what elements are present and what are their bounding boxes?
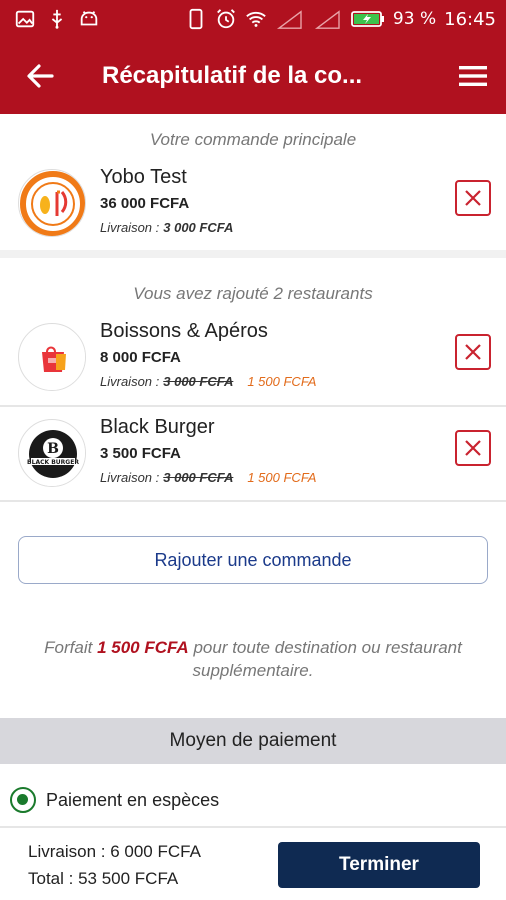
order-price: 36 000 FCFA — [100, 195, 190, 212]
phone-icon — [189, 8, 203, 30]
status-right-icons: 93 % 16:45 — [185, 8, 496, 30]
delivery-total: Livraison : 6 000 FCFA — [28, 842, 201, 861]
finish-button[interactable]: Terminer — [278, 842, 480, 888]
hamburger-menu-icon[interactable] — [458, 62, 488, 90]
page-title: Récapitulatif de la co... — [102, 62, 363, 89]
remove-order-button[interactable] — [455, 334, 491, 370]
radio-button-selected[interactable] — [10, 787, 36, 813]
delivery-label: Livraison : — [100, 470, 160, 485]
delivery-fee: Livraison :3 000 FCFA 1 500 FCFA — [100, 470, 316, 485]
delivery-fee: Livraison :3 000 FCFA — [100, 220, 233, 235]
section-divider — [0, 250, 506, 258]
restaurant-logo — [18, 323, 86, 391]
battery-percent: 93 % — [392, 9, 437, 29]
restaurant-name: Yobo Test — [100, 166, 187, 188]
usb-icon — [51, 9, 63, 29]
status-left-icons — [14, 8, 100, 30]
alarm-icon — [217, 9, 235, 29]
shopping-bag-logo-icon — [20, 325, 85, 390]
close-icon — [465, 344, 481, 360]
delivery-label: Livraison : — [100, 374, 160, 389]
row-divider — [0, 500, 506, 502]
new-delivery-amount: 1 500 FCFA — [247, 470, 317, 485]
note-amount: 1 500 FCFA — [97, 638, 189, 657]
delivery-amount: 3 000 FCFA — [163, 220, 234, 235]
restaurant-name: Black Burger — [100, 416, 215, 438]
main-order-section-title: Votre commande principale — [149, 130, 357, 149]
surcharge-note: Forfait 1 500 FCFA pour toute destinatio… — [10, 636, 496, 682]
clock: 16:45 — [444, 8, 496, 30]
new-delivery-amount: 1 500 FCFA — [247, 374, 317, 389]
delivery-fee: Livraison :3 000 FCFA 1 500 FCFA — [100, 374, 316, 389]
restaurant-logo: B BLACK BURGER — [18, 419, 86, 487]
delivery-label: Livraison : — [100, 220, 160, 235]
svg-text:BLACK BURGER: BLACK BURGER — [27, 459, 79, 466]
restaurant-logo — [18, 169, 86, 237]
row-divider — [0, 405, 506, 407]
black-burger-logo-icon: B BLACK BURGER — [20, 421, 85, 486]
order-price: 3 500 FCFA — [100, 445, 181, 462]
added-order-row: Boissons & Apéros 8 000 FCFA Livraison :… — [0, 312, 506, 404]
note-prefix: Forfait — [44, 638, 93, 657]
restaurant-name: Boissons & Apéros — [100, 320, 268, 342]
battery-icon — [351, 11, 384, 27]
added-order-row: B BLACK BURGER Black Burger 3 500 FCFA L… — [0, 408, 506, 500]
close-icon — [465, 190, 481, 206]
app-bar: Récapitulatif de la co... — [0, 38, 506, 114]
image-icon — [15, 10, 35, 28]
order-price: 8 000 FCFA — [100, 349, 181, 366]
footer: Livraison : 6 000 FCFA Total : 53 500 FC… — [0, 830, 506, 900]
old-delivery-amount: 3 000 FCFA — [163, 470, 234, 485]
wifi-icon — [246, 11, 266, 27]
signal-icon — [276, 10, 302, 29]
old-delivery-amount: 3 000 FCFA — [163, 374, 234, 389]
status-bar: 93 % 16:45 — [0, 0, 506, 38]
remove-order-button[interactable] — [455, 430, 491, 466]
add-order-button[interactable]: Rajouter une commande — [18, 536, 488, 584]
grand-total: Total : 53 500 FCFA — [28, 869, 179, 888]
yobo-logo-icon — [20, 171, 85, 236]
arrow-left-icon[interactable] — [24, 60, 56, 92]
main-order-row: Yobo Test 36 000 FCFA Livraison :3 000 F… — [0, 158, 506, 250]
close-icon — [465, 440, 481, 456]
signal-icon — [314, 10, 340, 29]
svg-text:B: B — [47, 441, 59, 457]
payment-option-cash[interactable]: Paiement en espèces — [0, 772, 506, 826]
added-section-title: Vous avez rajouté 2 restaurants — [133, 284, 373, 303]
note-suffix: pour toute destination ou restaurant sup… — [192, 638, 462, 680]
footer-divider — [0, 826, 506, 828]
android-icon — [80, 11, 98, 26]
remove-order-button[interactable] — [455, 180, 491, 216]
payment-option-label: Paiement en espèces — [46, 790, 220, 810]
payment-header: Moyen de paiement — [0, 718, 506, 764]
